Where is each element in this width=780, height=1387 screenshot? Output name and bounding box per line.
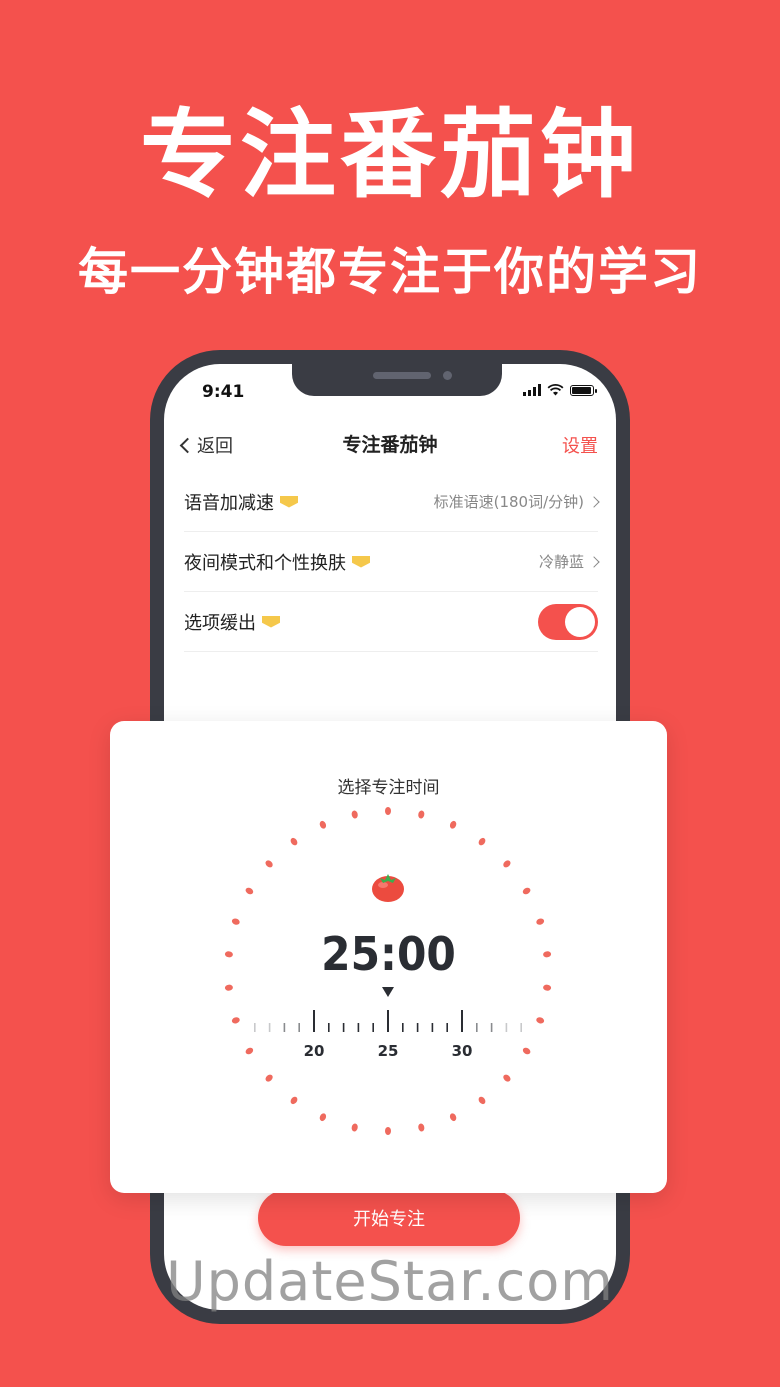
setting-row-night-mode[interactable]: 夜间模式和个性换肤 冷静蓝	[184, 532, 600, 592]
watermark: UpdateStar.com	[166, 1250, 614, 1313]
dial-dot	[418, 810, 425, 819]
dial-dot	[319, 1113, 327, 1122]
speaker-grille	[373, 372, 431, 379]
settings-button[interactable]: 设置	[562, 432, 598, 458]
dial-dot	[418, 1123, 425, 1132]
setting-value-text: 标准语速(180词/分钟)	[433, 493, 584, 511]
dial-dot	[503, 1074, 511, 1082]
ruler-pointer-icon	[382, 987, 394, 997]
timer-display: 25:00	[321, 927, 456, 981]
battery-icon	[570, 384, 597, 396]
phone-notch	[292, 364, 502, 396]
dial-dot	[449, 1113, 457, 1122]
front-camera	[443, 371, 452, 380]
dial-dot	[224, 984, 233, 991]
hero-title: 专注番茄钟	[140, 99, 640, 211]
setting-label: 语音加减速	[184, 492, 274, 514]
dial-dot	[245, 1047, 254, 1055]
dial-dot	[478, 837, 486, 846]
dial-dot	[385, 1127, 391, 1135]
dial-dot	[536, 1017, 545, 1024]
ruler-tick-label: 25	[378, 1042, 399, 1060]
chevron-right-icon	[588, 555, 600, 568]
dial-dot	[231, 1017, 240, 1024]
setting-label: 夜间模式和个性换肤	[184, 552, 346, 574]
dial-dot	[522, 1047, 531, 1055]
dial-dot	[319, 820, 327, 829]
ruler-tick-label: 30	[452, 1042, 473, 1060]
dial-dot	[265, 860, 273, 868]
dial-dot	[290, 1096, 298, 1105]
setting-value: 冷静蓝	[538, 551, 600, 572]
setting-value-text: 冷静蓝	[538, 553, 584, 571]
hero-subtitle: 每一分钟都专注于你的学习	[78, 243, 702, 301]
dial-dot	[522, 887, 531, 895]
vip-badge-icon	[262, 615, 280, 628]
vip-badge-icon	[352, 555, 370, 568]
page-title: 专注番茄钟	[342, 434, 438, 456]
dial-dot	[290, 837, 298, 846]
setting-value: 标准语速(180词/分钟)	[433, 491, 600, 512]
dial-dot	[265, 1074, 273, 1082]
status-icons	[523, 384, 597, 396]
chevron-right-icon	[588, 495, 600, 508]
dial-dot	[231, 918, 240, 925]
dial-dot	[245, 887, 254, 895]
minute-ruler[interactable]: 20 25 30	[254, 1010, 523, 1060]
setting-row-voice-speed[interactable]: 语音加减速 标准语速(180词/分钟)	[184, 472, 600, 532]
dial-dot	[503, 860, 511, 868]
start-focus-button[interactable]: 开始专注	[258, 1190, 520, 1246]
wifi-icon	[547, 384, 564, 396]
nav-bar: 返回 专注番茄钟 设置	[164, 422, 616, 466]
dial-dot	[449, 820, 457, 829]
status-time: 9:41	[202, 382, 245, 402]
focus-time-picker-card: 选择专注时间 20 25 30 25:00	[110, 721, 667, 1193]
dial-dot	[543, 984, 552, 991]
vip-badge-icon	[280, 495, 298, 508]
dial-dot	[351, 1123, 358, 1132]
dial-dot	[478, 1096, 486, 1105]
dial-dot	[536, 918, 545, 925]
toggle-knob	[565, 606, 595, 637]
option-ease-out-toggle[interactable]	[538, 603, 598, 640]
dial-dot	[385, 807, 391, 815]
setting-row-option-ease-out: 选项缓出	[184, 592, 598, 652]
dial-dot	[351, 810, 358, 819]
setting-label: 选项缓出	[184, 612, 256, 634]
cellular-signal-icon	[523, 384, 541, 396]
tomato-icon	[372, 874, 404, 902]
ruler-tick-label: 20	[304, 1042, 325, 1060]
